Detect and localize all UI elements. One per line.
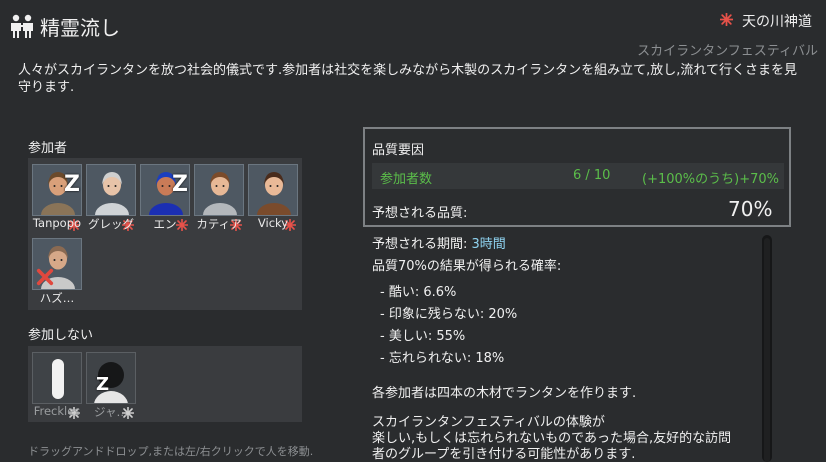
pawn-slot[interactable]: カティア: [194, 164, 244, 233]
sleeping-icon: Z: [64, 172, 80, 197]
sleeping-icon: Z: [172, 172, 188, 197]
pawn-slot[interactable]: Vicky: [248, 164, 298, 233]
expected-duration-label: 予想される期間:: [372, 237, 472, 252]
participants-label: 参加者: [28, 141, 68, 156]
drag-hint: ドラッグアンドドロップ,または左/右クリックで人を移動.: [28, 445, 314, 458]
expected-duration: 予想される期間: 3時間: [372, 233, 506, 252]
pawn-name: Freckles: [33, 404, 81, 418]
sleeping-icon: Z: [96, 374, 110, 395]
quality-factors-title: 品質要因: [372, 143, 425, 158]
outcome-unforgettable: - 忘れられない: 18%: [380, 351, 505, 366]
pawn-slot[interactable]: Z Tanpopo: [32, 164, 82, 233]
expected-quality-value: 70%: [728, 197, 773, 221]
outcome-chance-label: 品質70%の結果が得られる確率:: [372, 259, 562, 274]
non-participants-label: 参加しない: [28, 328, 94, 343]
pawn-name: Tanpopo: [32, 216, 82, 230]
ritual-description: 人々がスカイランタンを放つ社会的儀式です.参加者は社交を楽しみながら木製のスカイ…: [18, 63, 798, 95]
pawn-slot[interactable]: ハズ…: [32, 238, 82, 307]
quality-factor-effect: (+100%のうち)+70%: [642, 172, 779, 187]
outcome-boring: - 印象に残らない: 20%: [380, 307, 518, 322]
pawn-portrait[interactable]: [86, 164, 136, 216]
ritual-title: 精霊流し: [40, 16, 120, 40]
expected-quality-label: 予想される品質:: [372, 206, 468, 221]
ritual-people-icon: [11, 14, 33, 38]
pawn-name: ハズ…: [39, 291, 75, 305]
ideology-symbol-icon: [720, 13, 733, 26]
pawn-portrait[interactable]: [32, 352, 82, 404]
quality-factor-label: 参加者数: [380, 172, 433, 187]
pawn-name: カティア: [196, 217, 242, 231]
effect-info-line-3: 者のグループを引き付ける可能性があります.: [372, 447, 636, 462]
expected-duration-value: 3時間: [471, 237, 506, 252]
details-scrollbar-thumb[interactable]: [764, 238, 770, 462]
pawn-name: ジャ…: [94, 405, 128, 419]
outcome-terrible: - 酷い: 6.6%: [380, 285, 457, 300]
quality-factor-count: 6 / 10: [573, 168, 611, 183]
blocked-x-icon: [36, 268, 54, 286]
pawn-slot[interactable]: Freckles: [32, 352, 82, 421]
pawn-name: グレッグ: [88, 217, 134, 231]
pawn-slot[interactable]: グレッグ: [86, 164, 136, 233]
outcome-beautiful: - 美しい: 55%: [380, 329, 466, 344]
pawn-name: エン: [153, 217, 177, 231]
pawn-slot[interactable]: Z エン: [140, 164, 190, 233]
pawn-portrait[interactable]: [86, 352, 136, 404]
pawn-portrait[interactable]: [194, 164, 244, 216]
pawn-portrait[interactable]: [248, 164, 298, 216]
ideology-name[interactable]: 天の川神道: [742, 11, 812, 31]
materials-info: 各参加者は四本の木材でランタンを作ります.: [372, 386, 637, 401]
pawn-name: Vicky: [257, 216, 289, 230]
ritual-subtitle: スカイランタンフェスティバル: [637, 44, 818, 59]
pawn-slot[interactable]: Z ジャ…: [86, 352, 136, 421]
